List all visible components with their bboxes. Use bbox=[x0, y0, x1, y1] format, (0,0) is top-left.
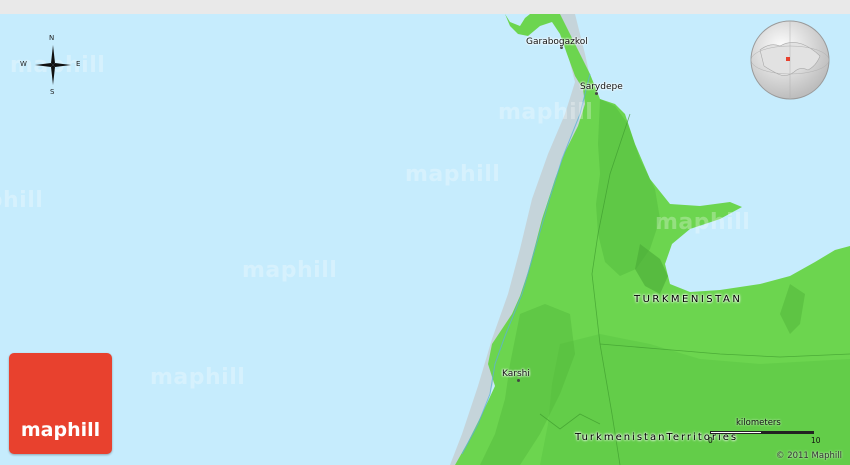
city-karshi[interactable]: Karshi bbox=[502, 369, 530, 379]
city-marker bbox=[595, 92, 598, 95]
scale-bar-segment bbox=[710, 431, 762, 434]
watermark: maphill bbox=[405, 162, 501, 187]
city-sarydepe[interactable]: Sarydepe bbox=[580, 82, 623, 92]
city-garabogazkol[interactable]: Garabogazkol bbox=[526, 37, 588, 47]
compass-s: S bbox=[50, 88, 55, 96]
maphill-logo[interactable]: maphill bbox=[9, 353, 112, 454]
watermark: maphill bbox=[242, 258, 338, 283]
city-marker bbox=[517, 379, 520, 382]
watermark: maphill bbox=[150, 365, 246, 390]
compass-w: W bbox=[20, 60, 27, 68]
globe-locator-icon bbox=[750, 20, 830, 100]
watermark: maphill bbox=[655, 210, 751, 235]
logo-text: maphill bbox=[20, 419, 101, 441]
compass-n: N bbox=[49, 34, 55, 42]
compass-icon bbox=[35, 45, 71, 85]
scale-start: 0 bbox=[708, 436, 713, 445]
copyright: © 2011 Maphill bbox=[776, 451, 842, 461]
compass-rose: N S W E bbox=[20, 34, 80, 96]
watermark: maphill bbox=[0, 188, 44, 213]
compass-e: E bbox=[76, 60, 81, 68]
top-strip bbox=[0, 0, 850, 14]
watermark: maphill bbox=[498, 100, 594, 125]
country-label: TURKMENISTAN bbox=[634, 294, 743, 305]
terrain-map[interactable] bbox=[0, 14, 850, 465]
scale-end: 10 bbox=[811, 436, 821, 445]
scale-unit: kilometers bbox=[736, 418, 781, 428]
map-view[interactable]: maphill maphill maphill maphill maphill … bbox=[0, 0, 850, 465]
scale-bar: kilometers 0 10 bbox=[708, 417, 821, 447]
